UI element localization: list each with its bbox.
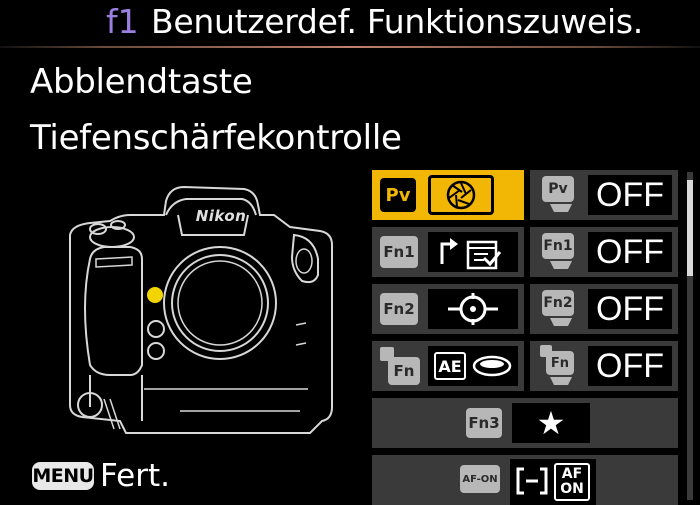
fn-vertical-badge: Fn <box>546 351 574 375</box>
pv-badge: Pv <box>380 178 416 212</box>
camera-illustration: Nikon <box>60 175 342 440</box>
star-icon: ★ <box>512 403 590 443</box>
aperture-icon <box>428 175 494 215</box>
option-grip-fn-vertical[interactable]: Fn OFF <box>530 341 678 391</box>
ae-lock-label: AE <box>434 352 466 380</box>
option-fn2-vertical[interactable]: Fn2 OFF <box>530 284 678 334</box>
option-fn3-button[interactable]: Fn3 ★ <box>372 398 678 448</box>
vertical-grip-icon <box>550 318 572 326</box>
option-fn1-button[interactable]: Fn1 <box>372 227 524 277</box>
item-description: Tiefenschärfekontrolle <box>30 118 402 158</box>
meter-lock-icon <box>472 355 512 377</box>
nikon-logo: Nikon <box>195 207 247 225</box>
page-title: Benutzerdef. Funktionszuweis. <box>151 2 643 41</box>
fn1-vertical-badge: Fn1 <box>542 233 574 259</box>
fn3-badge: Fn3 <box>466 408 502 438</box>
fn1-vertical-value: OFF <box>596 233 664 271</box>
af-on-badge: AF-ON <box>460 465 500 493</box>
fn1-badge: Fn1 <box>380 236 418 268</box>
fn-vertical-value: OFF <box>596 347 664 385</box>
fn2-value-box <box>428 289 518 329</box>
option-pv-vertical[interactable]: Pv OFF <box>530 170 678 220</box>
option-pv-button[interactable]: Pv <box>372 170 524 220</box>
header-bar: f1 Benutzerdef. Funktionszuweis. <box>0 0 700 48</box>
scrollbar-thumb[interactable] <box>687 180 693 276</box>
fn1-value-box <box>428 232 518 272</box>
af-area-icon <box>448 293 498 325</box>
item-name: Abblendtaste <box>30 62 253 102</box>
menu-arrow-icon <box>440 238 502 270</box>
menu-code: f1 <box>106 2 139 41</box>
on-label: ON <box>560 481 584 497</box>
af-on-value-box: AF ON <box>510 459 596 505</box>
vertical-grip-icon <box>550 377 572 385</box>
pv-vertical-badge: Pv <box>542 176 574 202</box>
af-area-bracket-icon <box>516 467 548 495</box>
fn-value-box: AE <box>428 346 518 386</box>
vertical-grip-icon <box>550 261 572 269</box>
fn2-vertical-value: OFF <box>596 290 664 328</box>
header-divider <box>0 46 700 48</box>
pv-vertical-value: OFF <box>596 176 664 214</box>
pv-button-highlight <box>147 287 163 303</box>
af-on-label-box: AF ON <box>554 463 590 501</box>
option-fn1-vertical[interactable]: Fn1 OFF <box>530 227 678 277</box>
fn2-vertical-badge: Fn2 <box>542 290 574 316</box>
af-label: AF <box>561 466 583 482</box>
menu-button-icon[interactable]: MENU <box>32 462 94 490</box>
vertical-grip-icon <box>550 204 572 212</box>
fn2-badge: Fn2 <box>380 293 418 325</box>
option-grip-fn-button[interactable]: Fn AE <box>372 341 524 391</box>
done-label: Fert. <box>100 458 170 494</box>
fn-badge: Fn <box>388 357 420 385</box>
option-af-on-button[interactable]: AF-ON AF ON <box>372 455 678 505</box>
option-fn2-button[interactable]: Fn2 <box>372 284 524 334</box>
